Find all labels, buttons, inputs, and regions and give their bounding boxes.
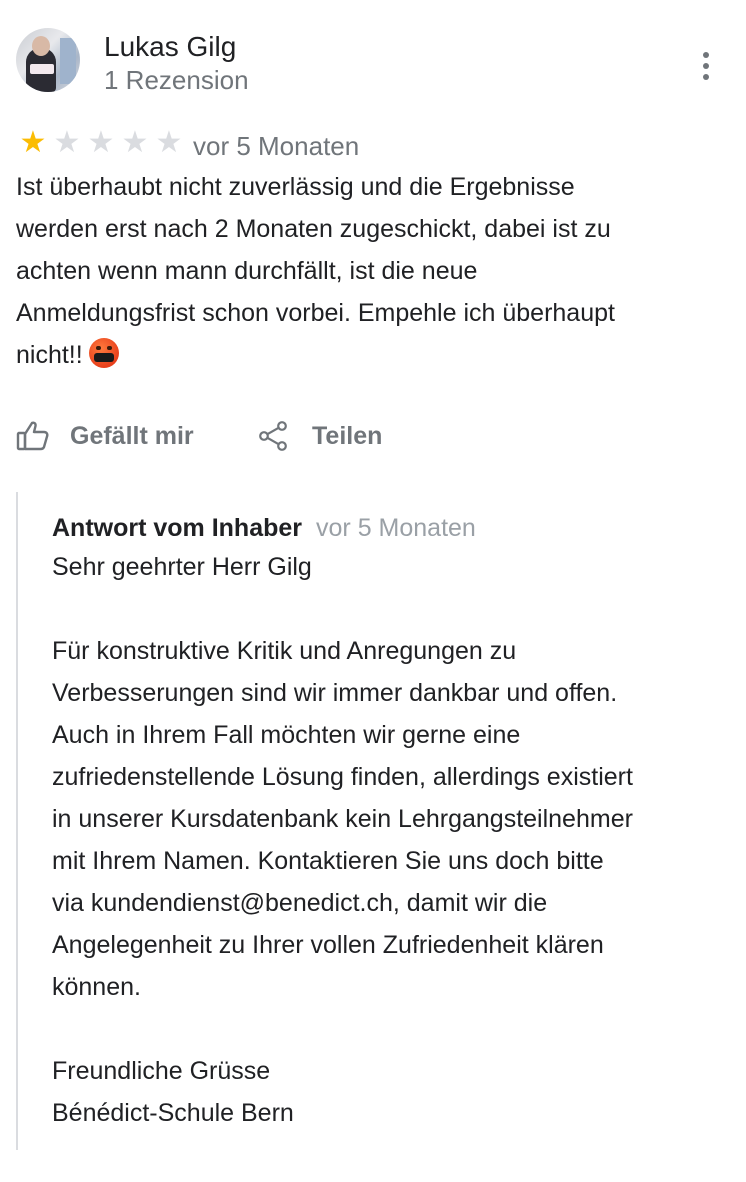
- avatar-background: [60, 38, 76, 84]
- more-vert-icon-dot: [703, 63, 709, 69]
- share-icon: [259, 421, 287, 451]
- reviewer-avatar[interactable]: [16, 28, 80, 92]
- owner-response-date: vor 5 Monaten: [316, 514, 476, 542]
- star-empty-icon: ★: [121, 125, 149, 160]
- star-empty-icon: ★: [53, 125, 81, 160]
- emoji-mouth: [93, 353, 114, 362]
- owner-response: Antwort vom Inhaber vor 5 Monaten Sehr ge…: [16, 492, 734, 1150]
- owner-response-text: Sehr geehrter Herr Gilg Für konstruktive…: [52, 553, 633, 1127]
- more-vert-icon: [703, 52, 709, 58]
- star-filled-icon: ★: [19, 125, 47, 160]
- owner-response-header: Antwort vom Inhaber vor 5 Monaten: [52, 512, 476, 544]
- share-button[interactable]: Teilen: [258, 416, 382, 456]
- emoji-eye: [95, 346, 101, 350]
- avatar-sign: [30, 64, 54, 74]
- emoji-eye: [106, 346, 112, 350]
- more-vert-icon-dot: [703, 74, 709, 80]
- star-rating: ★ ★ ★ ★ ★: [16, 126, 186, 160]
- reviewer-review-count: 1 Rezension: [104, 65, 249, 95]
- like-label: Gefällt mir: [70, 422, 194, 450]
- face-with-symbols-over-mouth-icon: [88, 338, 119, 368]
- review-text: Ist überhaubt nicht zuverlässig und die …: [16, 166, 728, 376]
- review-date: vor 5 Monaten: [193, 131, 360, 161]
- thumb-up-icon: [16, 421, 49, 451]
- more-options-button[interactable]: [690, 46, 722, 86]
- like-button[interactable]: Gefällt mir: [16, 416, 194, 456]
- star-empty-icon: ★: [155, 125, 183, 160]
- star-empty-icon: ★: [87, 125, 115, 160]
- avatar-face: [32, 36, 50, 56]
- owner-response-label: Antwort vom Inhaber: [52, 514, 303, 542]
- reviewer-name[interactable]: Lukas Gilg: [104, 30, 236, 64]
- share-label: Teilen: [312, 422, 383, 450]
